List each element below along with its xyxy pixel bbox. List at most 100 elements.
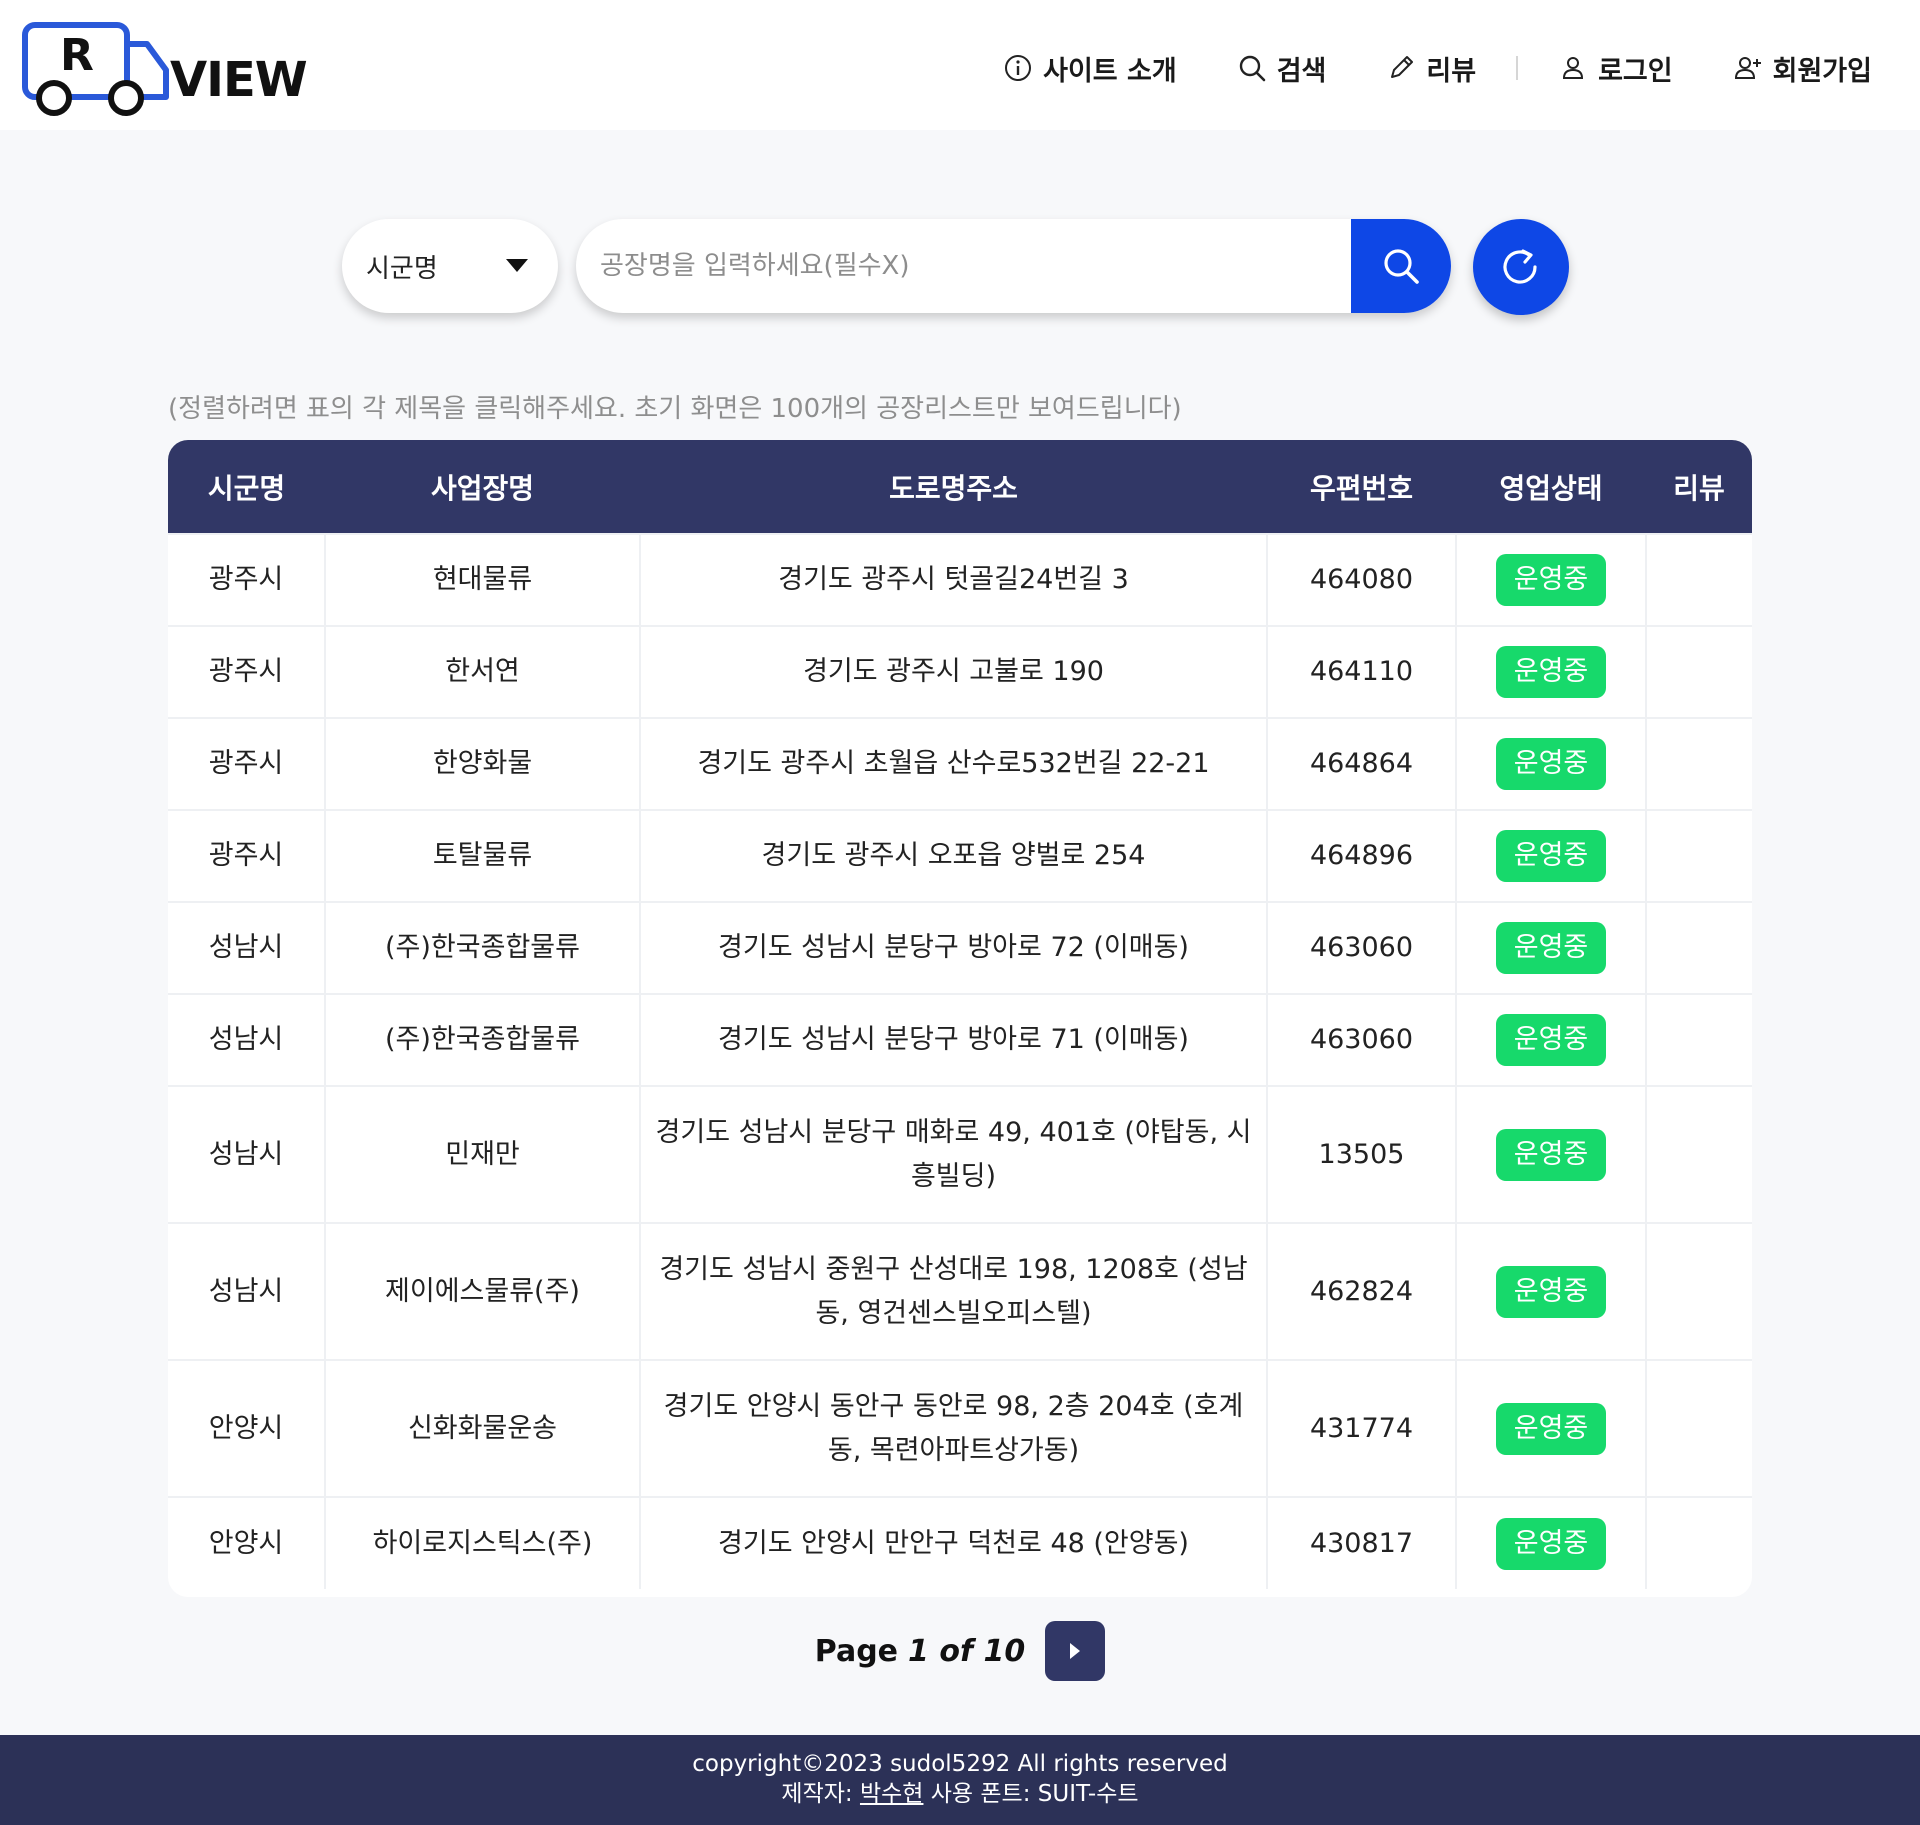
- table-row[interactable]: 성남시 제이에스물류(주) 경기도 성남시 중원구 산성대로 198, 1208호 …: [168, 1223, 1752, 1360]
- author-link[interactable]: 박수현: [860, 1781, 923, 1807]
- cell-city: 광주시: [168, 534, 326, 626]
- cell-zip: 464864: [1267, 718, 1457, 810]
- refresh-icon: [1503, 249, 1537, 284]
- table-row[interactable]: 성남시 민재만 경기도 성남시 분당구 매화로 49, 401호 (야탑동, 시흥빌…: [168, 1086, 1752, 1223]
- cell-name: 하이로지스틱스(주): [325, 1497, 641, 1589]
- cell-zip: 464080: [1267, 534, 1457, 626]
- search-button[interactable]: [1351, 219, 1451, 313]
- pagination: Page 1 of 10: [0, 1620, 1920, 1682]
- header-status[interactable]: 영업상태: [1456, 440, 1646, 534]
- cell-status: 운영중: [1456, 718, 1647, 810]
- cell-review: [1646, 1497, 1752, 1589]
- truck-logo-icon: [22, 22, 169, 116]
- cell-zip: 430817: [1267, 1497, 1457, 1589]
- cell-review: [1646, 810, 1752, 902]
- status-badge: 운영중: [1496, 830, 1606, 882]
- status-badge: 운영중: [1496, 1265, 1606, 1318]
- nav-about[interactable]: 사이트 소개: [1003, 49, 1177, 88]
- table-row[interactable]: 안양시 신화화물운송 경기도 안양시 동안구 동안로 98, 2층 204호 (호계…: [168, 1360, 1752, 1497]
- status-badge: 운영중: [1496, 922, 1606, 974]
- status-badge: 운영중: [1496, 1128, 1606, 1181]
- table-body: 광주시 현대물류 경기도 광주시 텃골길24번길 3 464080 운영중 광주시 한서연 경…: [168, 534, 1752, 1589]
- cell-zip: 13505: [1267, 1086, 1457, 1223]
- cell-zip: 431774: [1267, 1360, 1457, 1497]
- header-address[interactable]: 도로명주소: [640, 440, 1267, 534]
- cell-name: 한서연: [325, 626, 641, 718]
- status-badge: 운영중: [1496, 738, 1606, 790]
- cell-review: [1646, 902, 1752, 994]
- factory-table: 시군명 사업장명 도로명주소 우편번호 영업상태 리뷰 광주시 현대물류 경기도 광…: [168, 440, 1752, 1597]
- cell-zip: 462824: [1267, 1223, 1457, 1360]
- cell-name: 제이에스물류(주): [325, 1223, 641, 1360]
- cell-review: [1646, 718, 1752, 810]
- info-icon: [1005, 55, 1032, 81]
- cell-status: 운영중: [1456, 626, 1647, 718]
- cell-name: 민재만: [325, 1086, 641, 1223]
- cell-address: 경기도 광주시 고불로 190: [640, 626, 1268, 718]
- header-city[interactable]: 시군명: [168, 440, 325, 534]
- cell-zip: 464896: [1267, 810, 1457, 902]
- cell-city: 광주시: [168, 718, 326, 810]
- table-row[interactable]: 성남시 (주)한국종합물류 경기도 성남시 분당구 방아로 71 (이매동) 4630…: [168, 994, 1752, 1086]
- nav-about-label: 사이트 소개: [1043, 55, 1177, 87]
- nav-review[interactable]: 리뷰: [1386, 49, 1476, 88]
- cell-name: (주)한국종합물류: [325, 902, 641, 994]
- city-select-value: 시군명: [366, 253, 438, 284]
- credits: 제작자: 박수현 사용 폰트: SUIT-수트: [0, 1779, 1920, 1809]
- cell-address: 경기도 광주시 텃골길24번길 3: [640, 534, 1268, 626]
- table-row[interactable]: 광주시 한서연 경기도 광주시 고불로 190 464110 운영중: [168, 626, 1752, 718]
- page-word: Page: [814, 1633, 899, 1669]
- cell-address: 경기도 광주시 초월읍 산수로532번길 22-21: [640, 718, 1268, 810]
- status-badge: 운영중: [1496, 1014, 1606, 1066]
- nav-signup-label: 회원가입: [1772, 55, 1872, 87]
- cell-review: [1646, 626, 1752, 718]
- pencil-icon: [1391, 56, 1414, 78]
- header-name[interactable]: 사업장명: [325, 440, 640, 534]
- caret-right-icon: [1070, 1643, 1081, 1659]
- status-badge: 운영중: [1496, 1517, 1606, 1570]
- table-row[interactable]: 안양시 하이로지스틱스(주) 경기도 안양시 만안구 덕천로 48 (안양동) 430…: [168, 1497, 1752, 1589]
- table-row[interactable]: 광주시 토탈물류 경기도 광주시 오포읍 양벌로 254 464896 운영중: [168, 810, 1752, 902]
- cell-status: 운영중: [1456, 1086, 1647, 1223]
- factory-search-input[interactable]: [576, 219, 1352, 313]
- header-zip[interactable]: 우편번호: [1267, 440, 1456, 534]
- nav-login[interactable]: 로그인: [1558, 49, 1673, 88]
- status-badge: 운영중: [1496, 646, 1606, 698]
- cell-city: 광주시: [168, 810, 326, 902]
- cell-review: [1646, 994, 1752, 1086]
- cell-name: 현대물류: [325, 534, 641, 626]
- cell-zip: 464110: [1267, 626, 1457, 718]
- logo-text: VIEW: [170, 52, 308, 108]
- table-header-row: 시군명 사업장명 도로명주소 우편번호 영업상태 리뷰: [168, 440, 1752, 534]
- site-footer: copyright©2023 sudol5292 All rights rese…: [0, 1735, 1920, 1825]
- cell-status: 운영중: [1456, 534, 1647, 626]
- cell-name: 토탈물류: [325, 810, 641, 902]
- status-badge: 운영중: [1496, 1402, 1606, 1455]
- logo-letter: R: [60, 30, 94, 81]
- next-page-button[interactable]: [1045, 1621, 1106, 1681]
- refresh-button[interactable]: [1473, 219, 1569, 315]
- cell-review: [1646, 1360, 1752, 1497]
- search-icon: [1384, 249, 1419, 284]
- cell-review: [1646, 1086, 1752, 1223]
- cell-status: 운영중: [1456, 1360, 1647, 1497]
- nav-search-label: 검색: [1276, 55, 1327, 87]
- table-row[interactable]: 성남시 (주)한국종합물류 경기도 성남시 분당구 방아로 72 (이매동) 4630…: [168, 902, 1752, 994]
- nav-signup[interactable]: 회원가입: [1733, 49, 1872, 88]
- cell-review: [1646, 534, 1752, 626]
- city-select[interactable]: 시군명: [342, 219, 558, 313]
- nav-review-label: 리뷰: [1426, 55, 1477, 87]
- cell-city: 광주시: [168, 626, 326, 718]
- cell-city: 안양시: [168, 1497, 326, 1589]
- nav-search[interactable]: 검색: [1237, 49, 1327, 88]
- cell-name: (주)한국종합물류: [325, 994, 641, 1086]
- cell-zip: 463060: [1267, 902, 1457, 994]
- cell-city: 성남시: [168, 1223, 326, 1360]
- font-credit: 사용 폰트: SUIT-수트: [930, 1781, 1139, 1807]
- cell-status: 운영중: [1456, 1223, 1647, 1360]
- header-review[interactable]: 리뷰: [1646, 440, 1752, 534]
- cell-address: 경기도 광주시 오포읍 양벌로 254: [640, 810, 1268, 902]
- cell-address: 경기도 성남시 중원구 산성대로 198, 1208호 (성남동, 영건센스빌오…: [640, 1223, 1268, 1360]
- table-row[interactable]: 광주시 현대물류 경기도 광주시 텃골길24번길 3 464080 운영중: [168, 534, 1752, 626]
- table-row[interactable]: 광주시 한양화물 경기도 광주시 초월읍 산수로532번길 22-21 464864 운…: [168, 718, 1752, 810]
